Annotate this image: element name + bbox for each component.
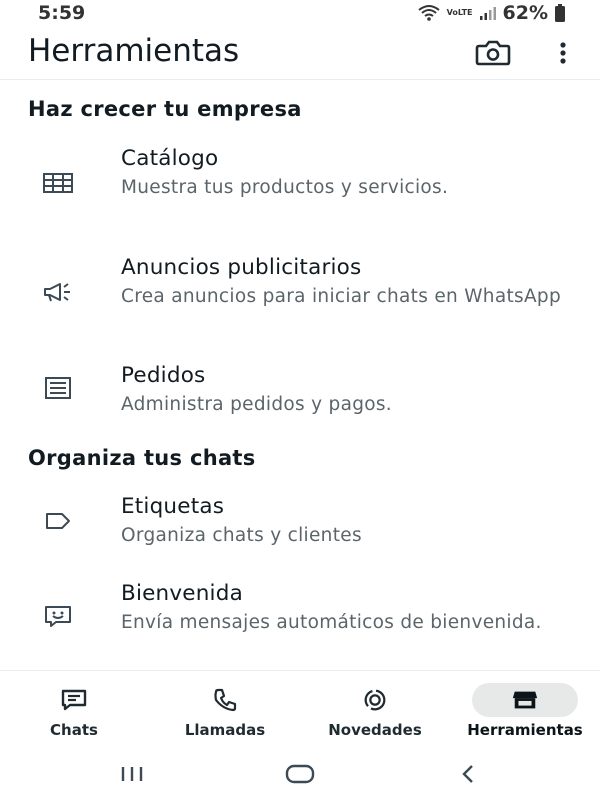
tool-title: Anuncios publicitarios	[121, 255, 362, 280]
tool-item-orders[interactable]: Pedidos Administra pedidos y pagos.	[0, 363, 600, 423]
volte-icon: VoLTE	[447, 9, 473, 17]
store-icon	[511, 686, 539, 714]
tool-item-catalog[interactable]: Catálogo Muestra tus productos y servici…	[0, 146, 600, 226]
tool-item-ads[interactable]: Anuncios publicitarios Crea anuncios par…	[0, 255, 600, 335]
greeting-message-icon	[40, 601, 76, 631]
nav-item-calls[interactable]: Llamadas	[155, 671, 295, 746]
tool-title: Etiquetas	[121, 494, 225, 519]
nav-item-updates[interactable]: Novedades	[305, 671, 445, 746]
tool-title: Bienvenida	[121, 581, 243, 606]
battery-icon	[554, 4, 566, 22]
app-bar: Herramientas	[0, 28, 600, 78]
tool-item-greeting[interactable]: Bienvenida Envía mensajes automáticos de…	[0, 581, 600, 661]
megaphone-icon	[40, 277, 76, 307]
nav-label: Chats	[50, 721, 98, 739]
nav-item-tools[interactable]: Herramientas	[455, 671, 595, 746]
nav-item-chats[interactable]: Chats	[4, 671, 144, 746]
nav-label: Novedades	[328, 721, 422, 739]
label-tag-icon	[40, 506, 76, 536]
nav-label: Llamadas	[184, 721, 266, 739]
updates-icon	[361, 686, 389, 714]
section-header-organize-chats: Organiza tus chats	[28, 446, 256, 470]
wifi-icon	[417, 4, 441, 22]
recent-apps-icon[interactable]	[112, 760, 152, 788]
battery-percent: 62%	[502, 2, 548, 24]
page-title: Herramientas	[28, 33, 240, 69]
more-vert-icon[interactable]	[550, 38, 576, 68]
orders-receipt-icon	[40, 373, 76, 403]
chats-icon	[60, 686, 88, 714]
home-icon[interactable]	[280, 760, 320, 788]
status-bar: 5:59 VoLTE 62%	[0, 0, 600, 28]
phone-icon	[211, 686, 239, 714]
nav-label: Herramientas	[467, 721, 583, 739]
bottom-nav: Chats Llamadas Novedades Herramientas	[0, 671, 600, 746]
tool-item-labels[interactable]: Etiquetas Organiza chats y clientes	[0, 494, 600, 554]
signal-icon	[479, 5, 497, 21]
tool-title: Pedidos	[121, 363, 206, 388]
tool-description: Muestra tus productos y servicios.	[121, 177, 449, 198]
status-time: 5:59	[38, 2, 86, 24]
appbar-divider	[0, 79, 600, 80]
camera-icon[interactable]	[474, 38, 512, 68]
tool-description: Administra pedidos y pagos.	[121, 394, 392, 415]
status-icons: VoLTE 62%	[417, 2, 566, 24]
volte-label: VoLTE	[446, 8, 473, 17]
tool-description: Organiza chats y clientes	[121, 525, 362, 546]
tool-description: Crea anuncios para iniciar chats en What…	[121, 286, 562, 307]
section-header-grow-business: Haz crecer tu empresa	[28, 97, 302, 121]
back-icon[interactable]	[448, 760, 488, 788]
tool-title: Catálogo	[121, 146, 219, 171]
tool-description: Envía mensajes automáticos de bienvenida…	[121, 612, 542, 633]
system-nav-bar	[0, 748, 600, 800]
catalog-grid-icon	[40, 168, 76, 198]
